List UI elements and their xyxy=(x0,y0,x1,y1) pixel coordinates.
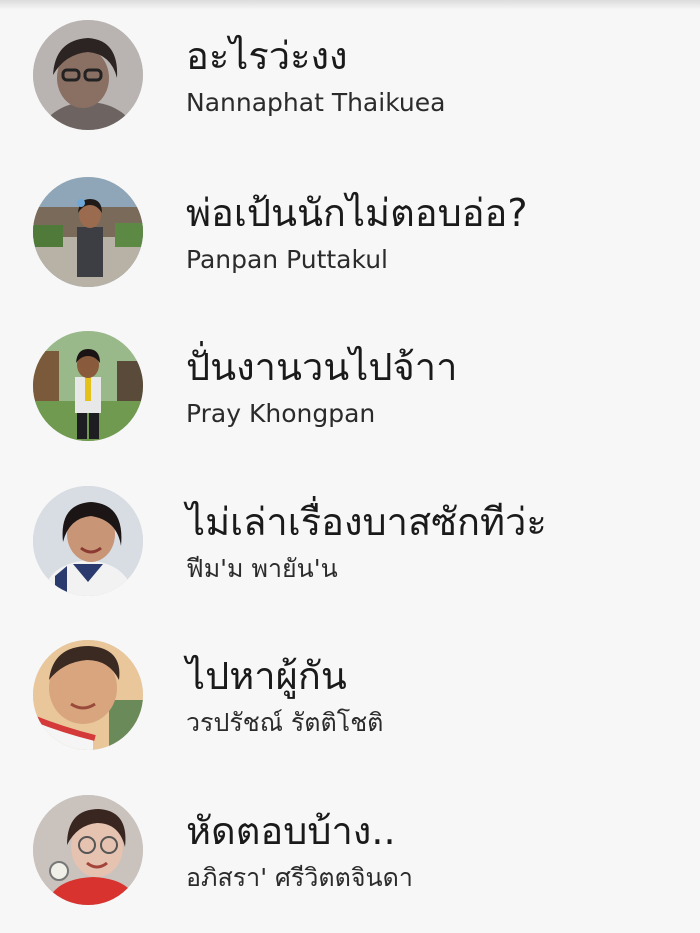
avatar[interactable] xyxy=(33,177,143,287)
conversation-item[interactable]: ไม่เล่าเรื่องบาสซักทีว่ะ ฟีม'ม พายัน'น xyxy=(0,466,700,621)
message-preview: อะไรว่ะงง xyxy=(186,34,348,78)
avatar-photo xyxy=(33,486,143,596)
conversation-item[interactable]: อะไรว่ะงง Nannaphat Thaikuea xyxy=(0,0,700,155)
sender-name: วรปรัชณ์ รัตติโชติ xyxy=(186,708,384,737)
avatar[interactable] xyxy=(33,20,143,130)
message-preview: พ่อเป้นนักไม่ตอบอ่อ? xyxy=(186,191,528,235)
message-preview: ไปหาผู้กัน xyxy=(186,654,347,698)
conversation-item[interactable]: ปั่นงานวนไปจ้าา Pray Khongpan xyxy=(0,311,700,466)
avatar[interactable] xyxy=(33,640,143,750)
avatar[interactable] xyxy=(33,331,143,441)
avatar-photo xyxy=(33,331,143,441)
avatar-photo xyxy=(33,177,143,287)
avatar-photo xyxy=(33,20,143,130)
conversation-item[interactable]: ไปหาผู้กัน วรปรัชณ์ รัตติโชติ xyxy=(0,620,700,775)
message-preview: ปั่นงานวนไปจ้าา xyxy=(186,345,458,389)
avatar[interactable] xyxy=(33,795,143,905)
avatar-photo xyxy=(33,640,143,750)
conversation-item[interactable]: หัดตอบบ้าง.. อภิสรา' ศรีวิตตจินดา xyxy=(0,775,700,930)
avatar[interactable] xyxy=(33,486,143,596)
sender-name: ฟีม'ม พายัน'น xyxy=(186,554,338,583)
message-preview: หัดตอบบ้าง.. xyxy=(186,809,396,853)
sender-name: Pray Khongpan xyxy=(186,399,376,428)
message-preview: ไม่เล่าเรื่องบาสซักทีว่ะ xyxy=(186,500,547,544)
conversation-list: อะไรว่ะงง Nannaphat Thaikuea พ่อเป้นนักไ… xyxy=(0,0,700,933)
avatar-photo xyxy=(33,795,143,905)
sender-name: Nannaphat Thaikuea xyxy=(186,88,446,117)
conversation-item[interactable]: พ่อเป้นนักไม่ตอบอ่อ? Panpan Puttakul xyxy=(0,157,700,312)
sender-name: อภิสรา' ศรีวิตตจินดา xyxy=(186,863,413,892)
sender-name: Panpan Puttakul xyxy=(186,245,389,274)
